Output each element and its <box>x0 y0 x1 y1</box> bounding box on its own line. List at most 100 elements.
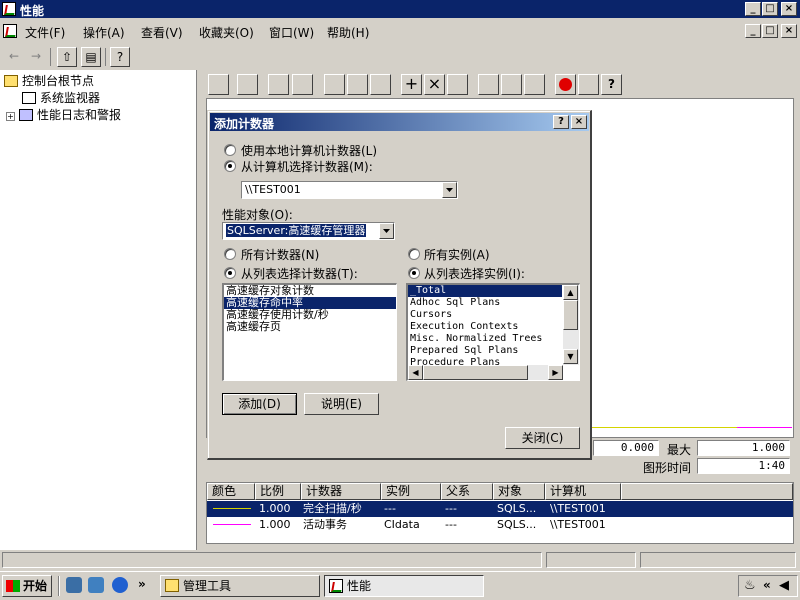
explorer-icon[interactable] <box>88 577 104 593</box>
view-histogram-icon[interactable] <box>347 74 368 95</box>
back-arrow-icon[interactable]: ← <box>4 47 24 67</box>
performance-object-value: SQLServer:高速缓存管理器 <box>226 224 367 237</box>
dialog-close-button[interactable]: × <box>571 115 587 129</box>
folder-icon <box>165 579 179 592</box>
scroll-thumb[interactable] <box>563 300 578 330</box>
child-restore-button[interactable]: □ <box>762 24 778 38</box>
list-item[interactable]: Cursors <box>408 309 579 321</box>
horizontal-scrollbar[interactable]: ◀ ▶ <box>408 365 563 380</box>
list-item[interactable]: Prepared Sql Plans <box>408 345 579 357</box>
radio-all-instances[interactable] <box>408 248 420 260</box>
radio-all-counters[interactable] <box>224 248 236 260</box>
child-minimize-button[interactable]: _ <box>745 24 761 38</box>
forward-arrow-icon[interactable]: → <box>26 47 46 67</box>
legend-instance: --- <box>384 502 396 515</box>
column-header-scale[interactable]: 比例 <box>255 483 301 500</box>
scroll-up-arrow-icon[interactable]: ▲ <box>563 285 578 300</box>
legend-row-selected[interactable]: 1.000 完全扫描/秒 --- --- SQLS... \\TEST001 <box>207 501 793 517</box>
up-folder-icon[interactable]: ⇧ <box>57 47 77 67</box>
computer-combo[interactable]: \\TEST001 <box>241 181 458 199</box>
add-button[interactable]: 添加(D) <box>222 393 297 415</box>
view-report-icon[interactable] <box>370 74 391 95</box>
scroll-down-arrow-icon[interactable]: ▼ <box>563 349 578 364</box>
internet-explorer-icon[interactable] <box>112 577 128 593</box>
tray-app-icon[interactable]: ♨ <box>744 578 756 593</box>
new-counter-set-icon[interactable] <box>208 74 229 95</box>
show-desktop-icon[interactable] <box>66 577 82 593</box>
list-item[interactable]: Misc. Normalized Trees <box>408 333 579 345</box>
toolbar-divider <box>50 48 51 66</box>
object-label: 性能对象(O): <box>222 208 293 222</box>
list-item[interactable]: Execution Contexts <box>408 321 579 333</box>
chevron-down-icon[interactable] <box>379 223 394 239</box>
scroll-thumb[interactable] <box>423 365 528 380</box>
help-icon[interactable]: ? <box>601 74 622 95</box>
column-header-color[interactable]: 颜色 <box>207 483 255 500</box>
properties-icon[interactable] <box>524 74 545 95</box>
maximize-button[interactable]: □ <box>762 2 778 16</box>
logs-icon <box>19 109 33 121</box>
taskbar: 开始 » 管理工具 性能 ♨ « ◀ <box>0 571 800 600</box>
paste-counter-list-icon[interactable] <box>501 74 522 95</box>
performance-app-icon <box>329 579 343 593</box>
radio-select-instances[interactable] <box>408 267 420 279</box>
close-button[interactable]: × <box>781 2 797 16</box>
radio-select-counters[interactable] <box>224 267 236 279</box>
view-log-data-icon[interactable] <box>292 74 313 95</box>
column-header-instance[interactable]: 实例 <box>381 483 441 500</box>
view-current-activity-icon[interactable] <box>268 74 289 95</box>
scroll-right-arrow-icon[interactable]: ▶ <box>548 365 563 380</box>
freeze-display-icon[interactable] <box>555 74 576 95</box>
column-header-object[interactable]: 对象 <box>493 483 545 500</box>
start-button[interactable]: 开始 <box>2 575 52 597</box>
counter-list[interactable]: 高速缓存对象计数 高速缓存命中率 高速缓存使用计数/秒 高速缓存页 <box>222 283 397 381</box>
copy-properties-icon[interactable] <box>478 74 499 95</box>
list-item[interactable]: Adhoc Sql Plans <box>408 297 579 309</box>
chevron-right-icon[interactable]: » <box>138 577 146 591</box>
menu-view[interactable]: 查看(V) <box>141 24 183 41</box>
expand-plus-icon[interactable]: + <box>6 112 15 121</box>
speaker-icon[interactable]: ◀ <box>779 578 789 593</box>
add-icon[interactable]: + <box>401 74 422 95</box>
dialog-help-button[interactable]: ? <box>553 115 569 129</box>
column-header-computer[interactable]: 计算机 <box>545 483 621 500</box>
menu-file[interactable]: 文件(F) <box>25 24 65 41</box>
delete-icon[interactable]: × <box>424 74 445 95</box>
chevron-left-icon[interactable]: « <box>763 578 771 592</box>
menu-action[interactable]: 操作(A) <box>83 24 125 41</box>
column-header-parent[interactable]: 父系 <box>441 483 493 500</box>
tree-item-perf-logs[interactable]: + 性能日志和警报 <box>6 106 121 123</box>
menu-help[interactable]: 帮助(H) <box>327 24 369 41</box>
close-dialog-button[interactable]: 关闭(C) <box>505 427 580 449</box>
show-hide-tree-icon[interactable]: ▤ <box>81 47 101 67</box>
highlight-icon[interactable] <box>447 74 468 95</box>
clear-display-icon[interactable] <box>237 74 258 95</box>
scroll-left-arrow-icon[interactable]: ◀ <box>408 365 423 380</box>
update-data-icon[interactable] <box>578 74 599 95</box>
legend-row[interactable]: 1.000 活动事务 CIdata --- SQLS... \\TEST001 <box>207 517 793 533</box>
performance-object-combo[interactable]: SQLServer:高速缓存管理器 <box>222 222 395 240</box>
menu-window[interactable]: 窗口(W) <box>269 24 314 41</box>
legend-scale: 1.000 <box>259 518 291 531</box>
list-item-selected[interactable]: _Total <box>408 285 562 297</box>
list-item[interactable]: 高速缓存页 <box>224 321 396 333</box>
mmc-icon[interactable] <box>3 24 17 38</box>
radio-use-local-computer[interactable] <box>224 144 236 156</box>
child-close-button[interactable]: × <box>781 24 797 38</box>
vertical-scrollbar[interactable]: ▲ ▼ <box>563 285 579 365</box>
radio-select-computer[interactable] <box>224 160 236 172</box>
minimize-button[interactable]: _ <box>745 2 761 16</box>
view-graph-icon[interactable] <box>324 74 345 95</box>
tree-item-system-monitor[interactable]: 系统监视器 <box>22 89 100 106</box>
menu-favorites[interactable]: 收藏夹(O) <box>199 24 254 41</box>
explain-button[interactable]: 说明(E) <box>304 393 379 415</box>
chevron-down-icon[interactable] <box>442 182 457 198</box>
legend-parent: --- <box>445 518 457 531</box>
instance-list[interactable]: _Total Adhoc Sql Plans Cursors Execution… <box>406 283 580 381</box>
tree-root[interactable]: 控制台根节点 <box>4 72 94 89</box>
help-icon[interactable]: ? <box>110 47 130 67</box>
column-header-counter[interactable]: 计数器 <box>301 483 381 500</box>
taskbar-item-admin-tools[interactable]: 管理工具 <box>160 575 320 597</box>
counter-legend: 颜色 比例 计数器 实例 父系 对象 计算机 1.000 完全扫描/秒 --- … <box>206 482 794 544</box>
taskbar-item-performance[interactable]: 性能 <box>324 575 484 597</box>
